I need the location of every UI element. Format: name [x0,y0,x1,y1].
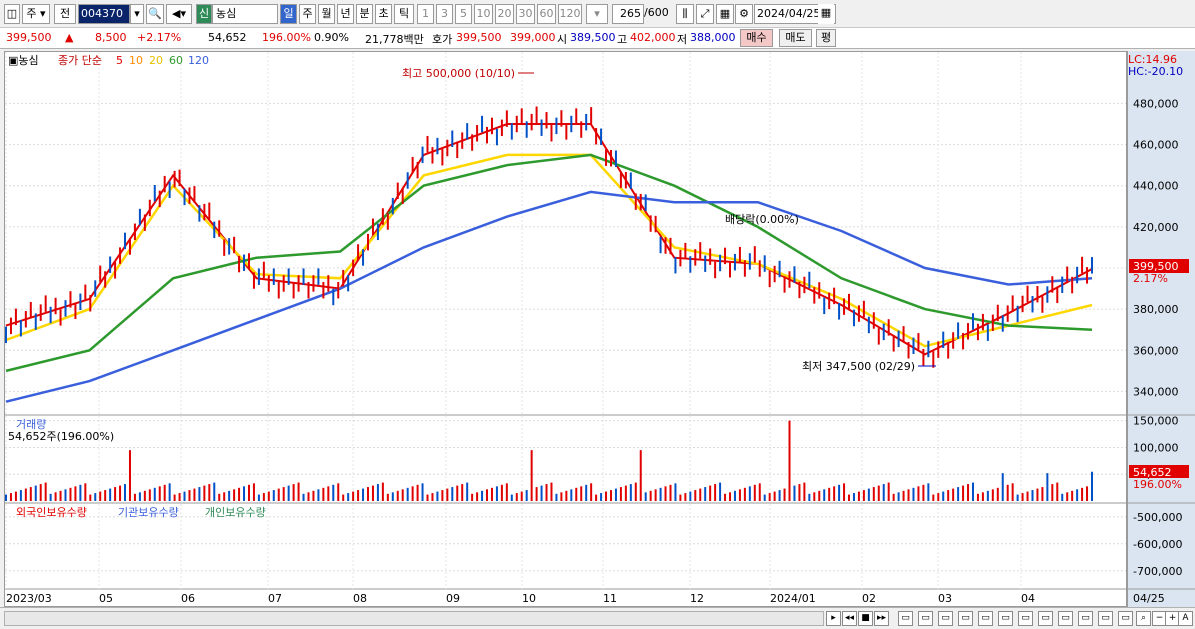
x-tick-label: 02 [862,592,876,605]
x-tick-label: 09 [446,592,460,605]
x-tick-label: 04 [1021,592,1035,605]
x-tick-label: 06 [181,592,195,605]
price-tick-label: 480,000 [1133,97,1179,110]
volume-tick-label: 150,000 [1133,415,1179,428]
view11-icon[interactable]: ▭ [1098,611,1113,626]
legend-ma-20: 20 [149,54,163,67]
scrollbar[interactable] [4,611,824,626]
view12-icon[interactable]: ▭ [1118,611,1133,626]
view2-icon[interactable]: ▭ [918,611,933,626]
annotation-dividend: 배당락(0.00%) [725,213,799,226]
rate-badge: 2.17% [1133,272,1168,285]
volume-tick-label: 100,000 [1133,441,1179,454]
price-tick-label: 420,000 [1133,221,1179,234]
text-icon[interactable]: A [1178,611,1193,626]
legend-ma-120: 120 [188,54,209,67]
view9-icon[interactable]: ▭ [1058,611,1073,626]
x-tick-label: 2024/01 [770,592,816,605]
bottom-bar: ▸ ◂◂ ■ ▸▸ ▭ ▭ ▭ ▭ ▭ ▭ ▭ ▭ ▭ ▭ ▭ ▭ ⌕ − + … [0,607,1195,629]
x-tick-label: 11 [603,592,617,605]
legend-ma-60: 60 [169,54,183,67]
x-tick-label: 05 [99,592,113,605]
price-tick-label: 360,000 [1133,344,1179,357]
view1-icon[interactable]: ▭ [898,611,913,626]
view7-icon[interactable]: ▭ [1018,611,1033,626]
hc-label: HC:-20.10 [1128,65,1183,78]
view8-icon[interactable]: ▭ [1038,611,1053,626]
legend-ma-5: 5 [116,54,123,67]
x-tick-label: 12 [690,592,704,605]
x-tick-label: 2023/03 [6,592,52,605]
holdings-tick-label: -500,000 [1133,511,1182,524]
holdings-tick-label: -700,000 [1133,565,1182,578]
x-tick-label: 08 [353,592,367,605]
forward-icon[interactable]: ▸▸ [874,611,889,626]
holdings-legend-2: 개인보유수량 [205,506,266,519]
x-tick-label: 07 [268,592,282,605]
price-tick-label: 440,000 [1133,180,1179,193]
ma-line-5 [5,123,1093,356]
volume-badge-pct: 196.00% [1133,478,1182,491]
volume-value: 54,652주(196.00%) [8,430,114,443]
holdings-legend-1: 기관보유수량 [118,506,179,519]
annotation-high: 최고 500,000 (10/10) [402,67,515,80]
stop-icon[interactable]: ■ [858,611,873,626]
annotation-low: 최저 347,500 (02/29) [802,360,915,373]
legend-ma-10: 10 [129,54,143,67]
legend-name: ▣농심 [8,54,39,67]
view10-icon[interactable]: ▭ [1078,611,1093,626]
price-tick-label: 340,000 [1133,385,1179,398]
view5-icon[interactable]: ▭ [978,611,993,626]
view3-icon[interactable]: ▭ [938,611,953,626]
price-tick-label: 380,000 [1133,303,1179,316]
x-tick-label-right: 04/25 [1133,592,1165,605]
rewind-icon[interactable]: ◂◂ [842,611,857,626]
scroll-left-icon[interactable]: ▸ [826,611,841,626]
zoom-icon[interactable]: ⌕ [1136,611,1151,626]
price-tick-label: 460,000 [1133,139,1179,152]
view6-icon[interactable]: ▭ [998,611,1013,626]
holdings-legend-0: 외국인보유수량 [16,506,87,519]
holdings-tick-label: -600,000 [1133,538,1182,551]
chart-svg: 340,000360,000380,000400,000420,000440,0… [4,52,1195,605]
ma-line-120 [5,190,1093,403]
x-tick-label: 10 [522,592,536,605]
x-tick-label: 03 [938,592,952,605]
view4-icon[interactable]: ▭ [958,611,973,626]
legend-ma-label: 종가 단순 [58,54,102,67]
